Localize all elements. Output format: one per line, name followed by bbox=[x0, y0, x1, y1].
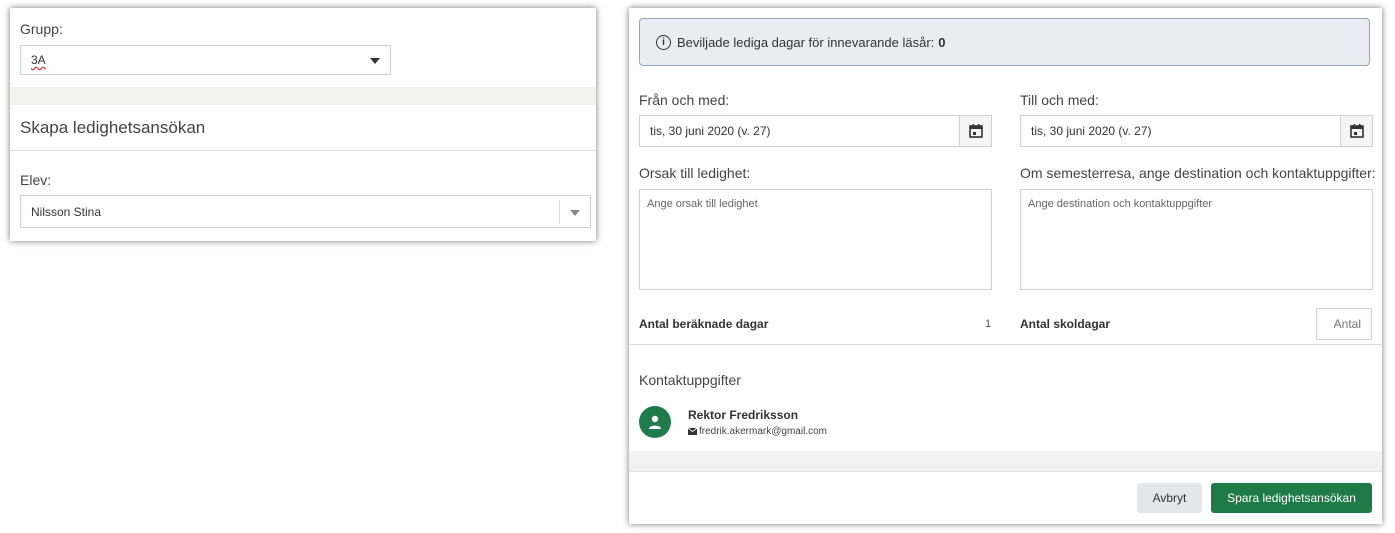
section-divider-band bbox=[10, 87, 596, 105]
reason-textarea[interactable] bbox=[639, 189, 992, 290]
to-date-input[interactable]: tis, 30 juni 2020 (v. 27) bbox=[1020, 115, 1341, 147]
divider bbox=[629, 471, 1382, 472]
leave-application-dialog: i Beviljade lediga dagar för innevarande… bbox=[629, 8, 1382, 524]
group-label: Grupp: bbox=[20, 21, 63, 37]
footer-spacer bbox=[629, 451, 1382, 471]
calendar-icon bbox=[968, 124, 983, 138]
group-select-value: 3A bbox=[31, 53, 46, 67]
group-select[interactable]: 3A bbox=[20, 45, 391, 75]
student-label: Elev: bbox=[20, 172, 52, 188]
section-title: Skapa ledighetsansökan bbox=[20, 118, 206, 137]
divider bbox=[10, 150, 596, 151]
info-icon: i bbox=[656, 34, 671, 50]
select-separator bbox=[559, 200, 560, 224]
destination-textarea[interactable] bbox=[1020, 189, 1373, 290]
calendar-icon bbox=[1349, 124, 1364, 138]
chevron-down-icon[interactable] bbox=[570, 210, 580, 216]
destination-label: Om semesterresa, ange destination och ko… bbox=[1020, 165, 1376, 181]
mail-icon bbox=[688, 428, 697, 435]
calc-days-value: 1 bbox=[985, 318, 992, 330]
group-panel: Grupp: 3A Skapa ledighetsansökan Elev: N… bbox=[10, 8, 596, 241]
to-calendar-button[interactable] bbox=[1341, 115, 1373, 147]
info-text: Beviljade lediga dagar för innevarande l… bbox=[677, 34, 935, 50]
reason-label: Orsak till ledighet: bbox=[639, 165, 751, 181]
cancel-button[interactable]: Avbryt bbox=[1137, 483, 1202, 513]
school-days-input[interactable] bbox=[1316, 308, 1372, 340]
student-select[interactable]: Nilsson Stina bbox=[20, 195, 591, 228]
chevron-down-icon[interactable] bbox=[370, 58, 380, 64]
to-label: Till och med: bbox=[1020, 92, 1099, 108]
contact-email-row: fredrik.akermark@gmail.com bbox=[688, 426, 827, 437]
info-box: i Beviljade lediga dagar för innevarande… bbox=[639, 18, 1370, 66]
from-label: Från och med: bbox=[639, 92, 730, 108]
from-date-input[interactable]: tis, 30 juni 2020 (v. 27) bbox=[639, 115, 960, 147]
school-days-label: Antal skoldagar bbox=[1020, 317, 1111, 331]
from-date-value: tis, 30 juni 2020 (v. 27) bbox=[650, 124, 771, 138]
info-value: 0 bbox=[938, 34, 946, 50]
person-icon bbox=[649, 415, 661, 429]
avatar bbox=[639, 406, 671, 438]
contact-name: Rektor Fredriksson bbox=[688, 408, 799, 422]
divider bbox=[629, 344, 1382, 345]
contact-title: Kontaktuppgifter bbox=[639, 372, 741, 388]
to-date-value: tis, 30 juni 2020 (v. 27) bbox=[1031, 124, 1152, 138]
calc-days-label: Antal beräknade dagar bbox=[639, 317, 769, 331]
student-select-value: Nilsson Stina bbox=[31, 204, 102, 219]
save-application-button[interactable]: Spara ledighetsansökan bbox=[1211, 483, 1372, 513]
from-calendar-button[interactable] bbox=[960, 115, 992, 147]
contact-email[interactable]: fredrik.akermark@gmail.com bbox=[699, 426, 827, 437]
